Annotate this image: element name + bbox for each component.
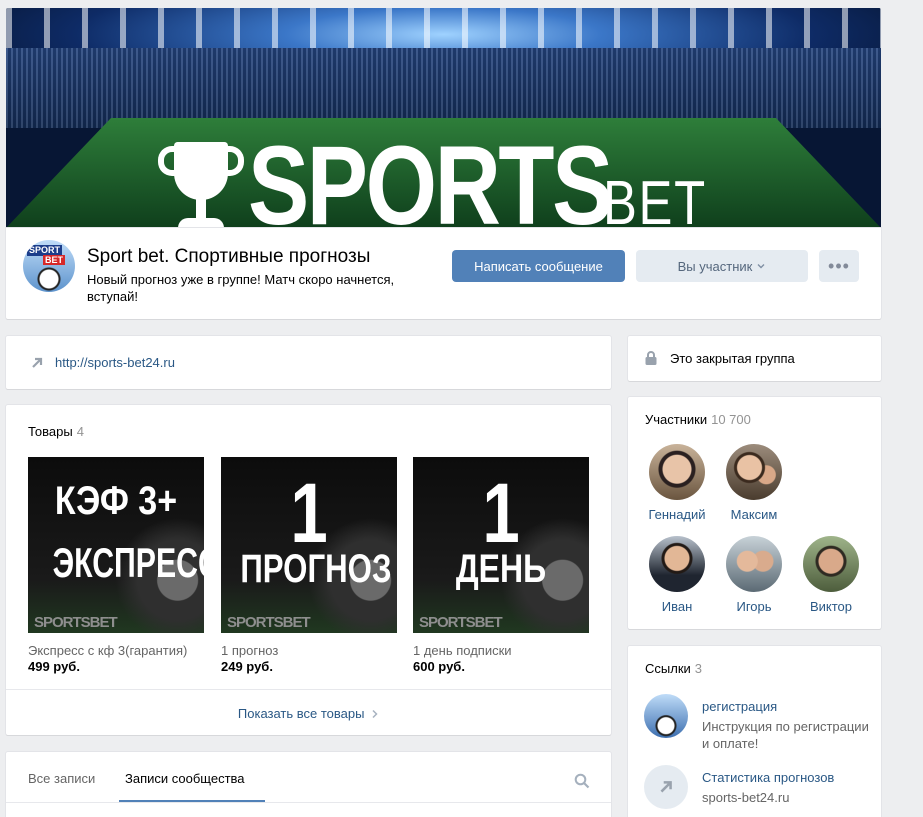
avatar-text-bet: BET [43, 255, 65, 265]
link-arrow-icon [660, 781, 672, 793]
write-message-button[interactable]: Написать сообщение [452, 250, 625, 282]
website-link-card: http://sports-bet24.ru [6, 336, 611, 389]
goods-image-brand: SPORTSBET [419, 614, 503, 631]
closed-group-text: Это закрытая группа [670, 351, 795, 366]
avatar [649, 536, 705, 592]
members-block: Участники 10 700 Геннадий Максим Иван Иго… [628, 397, 881, 629]
trophy-icon [156, 136, 246, 228]
avatar [803, 536, 859, 592]
goods-image-line2: ЭКСПРЕСС [52, 539, 204, 586]
goods-item-price: 600 руб. [413, 659, 465, 674]
website-link[interactable]: http://sports-bet24.ru [55, 355, 175, 370]
goods-image-line2: ДЕНЬ [455, 547, 547, 591]
link-title[interactable]: Статистика прогнозов [702, 770, 834, 785]
member-item[interactable]: Иван [639, 536, 715, 614]
links-title: Ссылки [645, 661, 691, 676]
goods-item-name: 1 прогноз [221, 643, 279, 658]
stadium-lights [6, 8, 881, 48]
member-button-label: Вы участник [677, 258, 753, 274]
avatar [726, 444, 782, 500]
links-header[interactable]: Ссылки 3 [645, 661, 702, 676]
cover-brand-word: SPORTS [248, 123, 613, 229]
tab-all-posts[interactable]: Все записи [28, 771, 95, 786]
group-avatar[interactable]: SPORT BET [23, 240, 75, 292]
goods-block: Товары 4 КЭФ 3+ ЭКСПРЕСС SPORTSBET Экспре… [6, 405, 611, 735]
goods-count: 4 [76, 424, 84, 439]
show-all-goods-label: Показать все товары [237, 706, 365, 721]
link-description: Инструкция по регистрации и оплате! [702, 719, 869, 751]
goods-image-line1: 1 [482, 466, 520, 560]
search-icon[interactable] [574, 773, 590, 789]
avatar [649, 444, 705, 500]
member-name: Виктор [809, 599, 853, 614]
goods-item-name: 1 день подписки [413, 643, 512, 658]
goods-image-line2: ПРОГНОЗ [240, 547, 392, 591]
link-title[interactable]: регистрация [702, 699, 777, 714]
goods-image-line1: КЭФ 3+ [54, 479, 178, 523]
goods-title: Товары [28, 424, 73, 439]
goods-item-price: 499 руб. [28, 659, 80, 674]
links-block: Ссылки 3 регистрация Инструкция по регист… [628, 646, 881, 817]
group-header: SPORT BET Sport bet. Спортивные прогнозы… [6, 228, 881, 319]
lock-icon [645, 351, 657, 365]
member-name: Геннадий [648, 507, 706, 522]
group-status: Новый прогноз уже в группе! Матч скоро н… [87, 272, 395, 304]
wall-block: Все записи Записи сообщества [6, 752, 611, 817]
members-header[interactable]: Участники 10 700 [645, 412, 751, 427]
link-description: sports-bet24.ru [702, 790, 790, 805]
member-name: Игорь [736, 599, 772, 614]
member-item[interactable]: Геннадий [639, 444, 715, 522]
goods-header[interactable]: Товары 4 [28, 424, 84, 439]
goods-item-name: Экспресс с кф 3(гарантия) [28, 643, 188, 658]
goods-item-price: 249 руб. [221, 659, 273, 674]
links-count: 3 [694, 661, 703, 676]
link-thumbnail[interactable] [644, 694, 688, 738]
goods-image-line1: 1 [290, 466, 328, 560]
members-title: Участники [645, 412, 708, 427]
goods-item-image: 1 ДЕНЬ SPORTSBET [413, 457, 589, 633]
link-thumbnail[interactable] [644, 765, 688, 809]
member-item[interactable]: Игорь [716, 536, 792, 614]
goods-item[interactable]: КЭФ 3+ ЭКСПРЕСС SPORTSBET Экспресс с кф … [28, 457, 204, 675]
show-all-goods-link[interactable]: Показать все товары [6, 706, 611, 721]
divider [6, 689, 611, 690]
page-title: Sport bet. Спортивные прогнозы [87, 246, 371, 267]
link-arrow-icon [32, 357, 43, 368]
goods-item-image: 1 ПРОГНОЗ SPORTSBET [221, 457, 397, 633]
chevron-down-icon [757, 264, 765, 269]
cover-logo: SPORTS BET [156, 124, 729, 228]
divider [6, 802, 611, 803]
goods-image-brand: SPORTSBET [34, 614, 118, 631]
closed-group-card: Это закрытая группа [628, 336, 881, 381]
member-item[interactable]: Виктор [793, 536, 869, 614]
member-item[interactable]: Максим [716, 444, 792, 522]
cover-brand-suffix: BET [602, 169, 707, 229]
member-dropdown-button[interactable]: Вы участник [636, 250, 808, 282]
members-count: 10 700 [711, 412, 751, 427]
member-name: Максим [730, 507, 778, 522]
chevron-right-icon [372, 709, 378, 719]
avatar [726, 536, 782, 592]
more-actions-button[interactable]: ••• [819, 250, 859, 282]
member-name: Иван [661, 599, 693, 614]
tab-community-posts[interactable]: Записи сообщества [125, 771, 245, 786]
goods-item-image: КЭФ 3+ ЭКСПРЕСС SPORTSBET [28, 457, 204, 633]
goods-image-brand: SPORTSBET [227, 614, 311, 631]
goods-item[interactable]: 1 ДЕНЬ SPORTSBET 1 день подписки 600 руб… [413, 457, 589, 675]
cover-image: SPORTS BET [6, 8, 881, 228]
stadium-crowd [6, 48, 881, 128]
goods-item[interactable]: 1 ПРОГНОЗ SPORTSBET 1 прогноз 249 руб. [221, 457, 397, 675]
